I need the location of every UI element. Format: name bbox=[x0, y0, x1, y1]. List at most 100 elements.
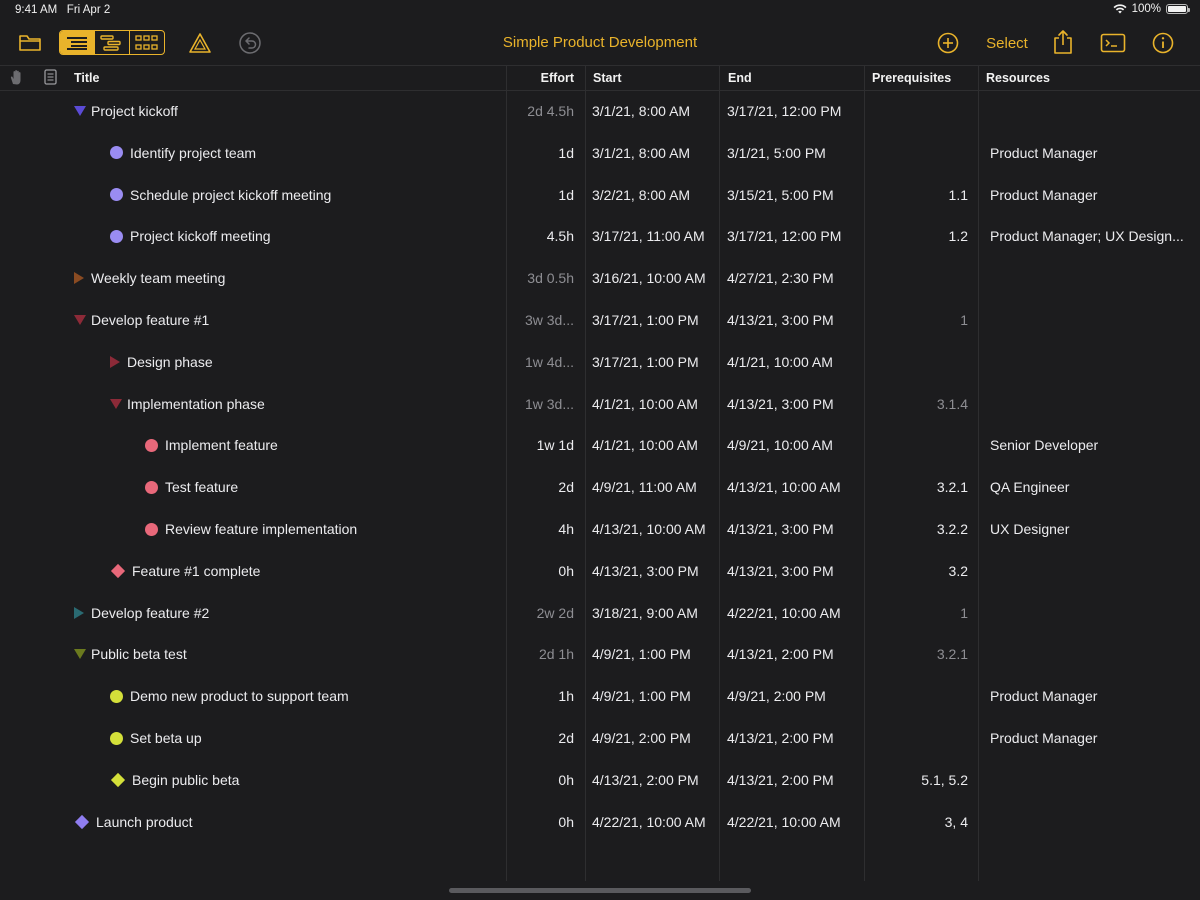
row-start[interactable]: 4/9/21, 2:00 PM bbox=[592, 717, 691, 759]
column-resources[interactable]: Resources bbox=[986, 71, 1050, 85]
row-title[interactable]: Demo new product to support team bbox=[130, 675, 349, 717]
row-effort[interactable]: 0h bbox=[558, 550, 574, 592]
row-end[interactable]: 4/13/21, 2:00 PM bbox=[727, 759, 834, 801]
row-title-cell[interactable]: Design phase bbox=[110, 341, 213, 383]
row-effort[interactable]: 1w 4d... bbox=[525, 341, 574, 383]
home-indicator[interactable] bbox=[449, 888, 751, 893]
row-effort[interactable]: 2w 2d bbox=[537, 592, 574, 634]
row-end[interactable]: 4/9/21, 10:00 AM bbox=[727, 424, 833, 466]
row-end[interactable]: 4/1/21, 10:00 AM bbox=[727, 341, 833, 383]
row-resources[interactable]: Product Manager bbox=[990, 132, 1190, 174]
row-resources[interactable]: Product Manager; UX Design... bbox=[990, 215, 1190, 257]
row-start[interactable]: 3/2/21, 8:00 AM bbox=[592, 174, 690, 216]
row-effort[interactable]: 2d 1h bbox=[539, 633, 574, 675]
row-title[interactable]: Develop feature #2 bbox=[91, 592, 209, 634]
row-effort[interactable]: 3w 3d... bbox=[525, 299, 574, 341]
row-resources[interactable]: UX Designer bbox=[990, 508, 1190, 550]
share-icon[interactable] bbox=[1049, 28, 1077, 56]
outline-row[interactable]: Set beta up 2d 4/9/21, 2:00 PM 4/13/21, 2:0… bbox=[0, 717, 1200, 759]
row-resources[interactable]: Product Manager bbox=[990, 174, 1190, 216]
row-start[interactable]: 3/18/21, 9:00 AM bbox=[592, 592, 698, 634]
outline-row[interactable]: Project kickoff meeting 4.5h 3/17/21, 11:0… bbox=[0, 215, 1200, 257]
gantt-view-icon[interactable] bbox=[130, 31, 164, 54]
outline-row[interactable]: Demo new product to support team 1h 4/9/21… bbox=[0, 675, 1200, 717]
row-effort[interactable]: 1d bbox=[558, 174, 574, 216]
row-title[interactable]: Develop feature #1 bbox=[91, 299, 209, 341]
row-start[interactable]: 4/13/21, 10:00 AM bbox=[592, 508, 706, 550]
row-effort[interactable]: 2d bbox=[558, 717, 574, 759]
row-title-cell[interactable]: Schedule project kickoff meeting bbox=[110, 174, 331, 216]
column-title[interactable]: Title bbox=[74, 71, 99, 85]
row-prerequisites[interactable]: 3.1.4 bbox=[937, 383, 968, 425]
row-title[interactable]: Test feature bbox=[165, 466, 238, 508]
row-title-cell[interactable]: Implementation phase bbox=[110, 383, 265, 425]
row-resources[interactable] bbox=[990, 759, 1190, 801]
row-resources[interactable] bbox=[990, 383, 1190, 425]
row-title[interactable]: Review feature implementation bbox=[165, 508, 357, 550]
row-end[interactable]: 3/15/21, 5:00 PM bbox=[727, 174, 834, 216]
row-start[interactable]: 3/1/21, 8:00 AM bbox=[592, 132, 690, 174]
row-effort[interactable]: 1h bbox=[558, 675, 574, 717]
row-title[interactable]: Feature #1 complete bbox=[132, 550, 260, 592]
row-start[interactable]: 3/17/21, 1:00 PM bbox=[592, 341, 699, 383]
disclosure-expanded-icon[interactable] bbox=[74, 649, 86, 660]
row-resources[interactable]: Product Manager bbox=[990, 717, 1190, 759]
row-title[interactable]: Implement feature bbox=[165, 424, 278, 466]
row-resources[interactable] bbox=[990, 341, 1190, 383]
row-effort[interactable]: 0h bbox=[558, 801, 574, 843]
row-title[interactable]: Implementation phase bbox=[127, 383, 265, 425]
split-view-icon[interactable] bbox=[95, 31, 130, 54]
row-effort[interactable]: 3d 0.5h bbox=[527, 257, 574, 299]
column-prerequisites[interactable]: Prerequisites bbox=[872, 71, 951, 85]
document-title[interactable]: Simple Product Development bbox=[503, 34, 697, 51]
row-title-cell[interactable]: Develop feature #1 bbox=[74, 299, 209, 341]
row-resources[interactable] bbox=[990, 90, 1190, 132]
row-end[interactable]: 3/17/21, 12:00 PM bbox=[727, 215, 841, 257]
row-title-cell[interactable]: Identify project team bbox=[110, 132, 256, 174]
row-resources[interactable] bbox=[990, 801, 1190, 843]
row-title-cell[interactable]: Demo new product to support team bbox=[110, 675, 349, 717]
row-prerequisites[interactable]: 3.2 bbox=[949, 550, 968, 592]
select-button[interactable]: Select bbox=[978, 33, 1036, 53]
row-title-cell[interactable]: Test feature bbox=[145, 466, 238, 508]
row-prerequisites[interactable]: 3, 4 bbox=[945, 801, 968, 843]
row-end[interactable]: 4/27/21, 2:30 PM bbox=[727, 257, 834, 299]
outline-row[interactable]: Schedule project kickoff meeting 1d 3/2/21… bbox=[0, 174, 1200, 216]
outline-row[interactable]: Feature #1 complete 0h 4/13/21, 3:00 PM 4/1… bbox=[0, 550, 1200, 592]
row-title[interactable]: Design phase bbox=[127, 341, 213, 383]
disclosure-expanded-icon[interactable] bbox=[110, 398, 122, 409]
row-title-cell[interactable]: Launch product bbox=[74, 801, 193, 843]
row-effort[interactable]: 2d bbox=[558, 466, 574, 508]
row-start[interactable]: 4/13/21, 3:00 PM bbox=[592, 550, 699, 592]
row-prerequisites[interactable]: 3.2.1 bbox=[937, 633, 968, 675]
outline-row[interactable]: Project kickoff 2d 4.5h 3/1/21, 8:00 AM 3/1… bbox=[0, 90, 1200, 132]
row-title-cell[interactable]: Project kickoff meeting bbox=[110, 215, 271, 257]
outline-row[interactable]: Implementation phase 1w 3d... 4/1/21, 10:0… bbox=[0, 383, 1200, 425]
row-start[interactable]: 3/16/21, 10:00 AM bbox=[592, 257, 706, 299]
row-title[interactable]: Project kickoff meeting bbox=[130, 215, 271, 257]
disclosure-collapsed-icon[interactable] bbox=[74, 606, 84, 619]
row-end[interactable]: 4/13/21, 3:00 PM bbox=[727, 299, 834, 341]
disclosure-collapsed-icon[interactable] bbox=[74, 272, 84, 285]
warnings-triangle-icon[interactable] bbox=[186, 30, 214, 56]
row-end[interactable]: 4/22/21, 10:00 AM bbox=[727, 801, 841, 843]
row-end[interactable]: 3/17/21, 12:00 PM bbox=[727, 90, 841, 132]
row-title-cell[interactable]: Review feature implementation bbox=[145, 508, 357, 550]
row-title[interactable]: Project kickoff bbox=[91, 90, 178, 132]
row-prerequisites[interactable]: 1.1 bbox=[949, 174, 968, 216]
row-end[interactable]: 4/13/21, 3:00 PM bbox=[727, 383, 834, 425]
outline-row[interactable]: Test feature 2d 4/9/21, 11:00 AM 4/13/21, 1… bbox=[0, 466, 1200, 508]
row-start[interactable]: 4/1/21, 10:00 AM bbox=[592, 383, 698, 425]
row-title[interactable]: Launch product bbox=[96, 801, 193, 843]
note-icon[interactable] bbox=[44, 69, 57, 88]
row-effort[interactable]: 1d bbox=[558, 132, 574, 174]
row-effort[interactable]: 0h bbox=[558, 759, 574, 801]
row-title-cell[interactable]: Implement feature bbox=[145, 424, 278, 466]
row-start[interactable]: 4/9/21, 11:00 AM bbox=[592, 466, 697, 508]
outline-row[interactable]: Develop feature #2 2w 2d 3/18/21, 9:00 AM 4… bbox=[0, 592, 1200, 634]
row-prerequisites[interactable]: 3.2.2 bbox=[937, 508, 968, 550]
outline-row[interactable]: Design phase 1w 4d... 3/17/21, 1:00 PM 4/1/… bbox=[0, 341, 1200, 383]
row-title[interactable]: Schedule project kickoff meeting bbox=[130, 174, 331, 216]
row-title-cell[interactable]: Develop feature #2 bbox=[74, 592, 209, 634]
row-end[interactable]: 3/1/21, 5:00 PM bbox=[727, 132, 826, 174]
